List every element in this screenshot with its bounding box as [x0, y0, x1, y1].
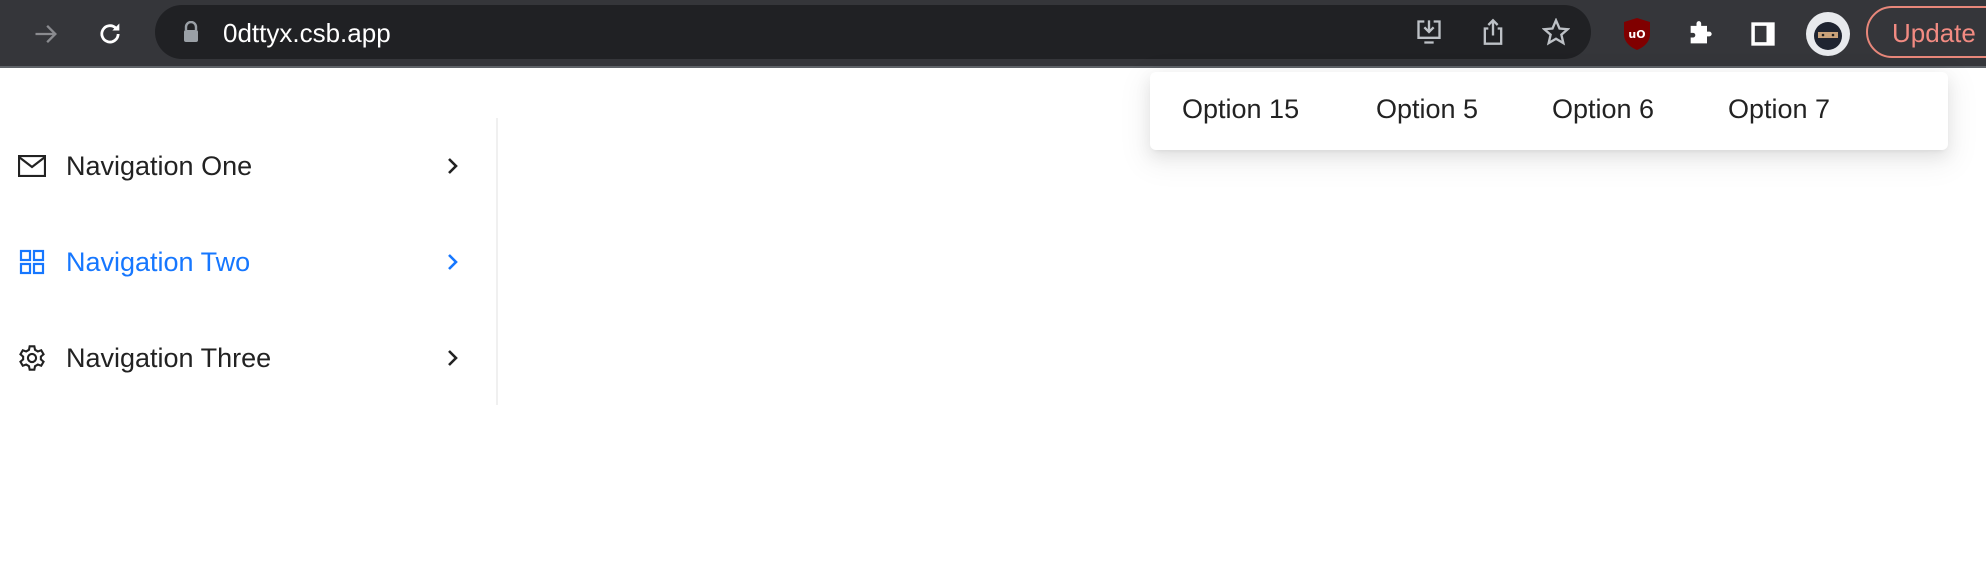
lock-icon[interactable]	[181, 20, 201, 44]
svg-text:uO: uO	[1628, 28, 1645, 41]
address-bar[interactable]: 0dttyx.csb.app	[155, 5, 1591, 59]
profile-avatar[interactable]	[1806, 12, 1850, 56]
sidebar-item-label: Navigation Three	[66, 342, 272, 373]
setting-icon	[17, 343, 47, 373]
submenu-option-7[interactable]: Option 7	[1728, 94, 1830, 125]
extensions-icon[interactable]	[1684, 18, 1716, 50]
submenu-option-6[interactable]: Option 6	[1552, 94, 1654, 125]
sidebar-item-navigation-two[interactable]: Navigation Two	[0, 232, 496, 292]
mail-icon	[17, 151, 47, 181]
browser-toolbar: 0dttyx.csb.app uO Update	[0, 0, 1986, 68]
reload-icon[interactable]	[94, 18, 126, 50]
chevron-right-icon	[444, 253, 462, 271]
star-icon[interactable]	[1540, 16, 1572, 48]
submenu-option-15[interactable]: Option 15	[1182, 94, 1299, 125]
submenu-option-5[interactable]: Option 5	[1376, 94, 1478, 125]
sidebar-menu: Navigation One Navigation Two Navigation…	[0, 118, 498, 405]
sidebar-icon[interactable]	[1747, 18, 1779, 50]
appstore-icon	[17, 247, 47, 277]
chevron-right-icon	[444, 349, 462, 367]
url-text[interactable]: 0dttyx.csb.app	[223, 18, 391, 49]
install-icon[interactable]	[1413, 16, 1445, 48]
sidebar-item-navigation-three[interactable]: Navigation Three	[0, 328, 496, 388]
chevron-right-icon	[444, 157, 462, 175]
sidebar-item-label: Navigation Two	[66, 246, 251, 277]
share-icon[interactable]	[1477, 16, 1509, 48]
ublock-icon[interactable]: uO	[1620, 16, 1654, 52]
sidebar-item-label: Navigation One	[66, 150, 253, 181]
update-button[interactable]: Update	[1866, 6, 1986, 58]
forward-icon[interactable]	[30, 18, 62, 50]
sidebar-item-navigation-one[interactable]: Navigation One	[0, 136, 496, 196]
submenu-popup: Option 15 Option 5 Option 6 Option 7	[1150, 72, 1948, 150]
